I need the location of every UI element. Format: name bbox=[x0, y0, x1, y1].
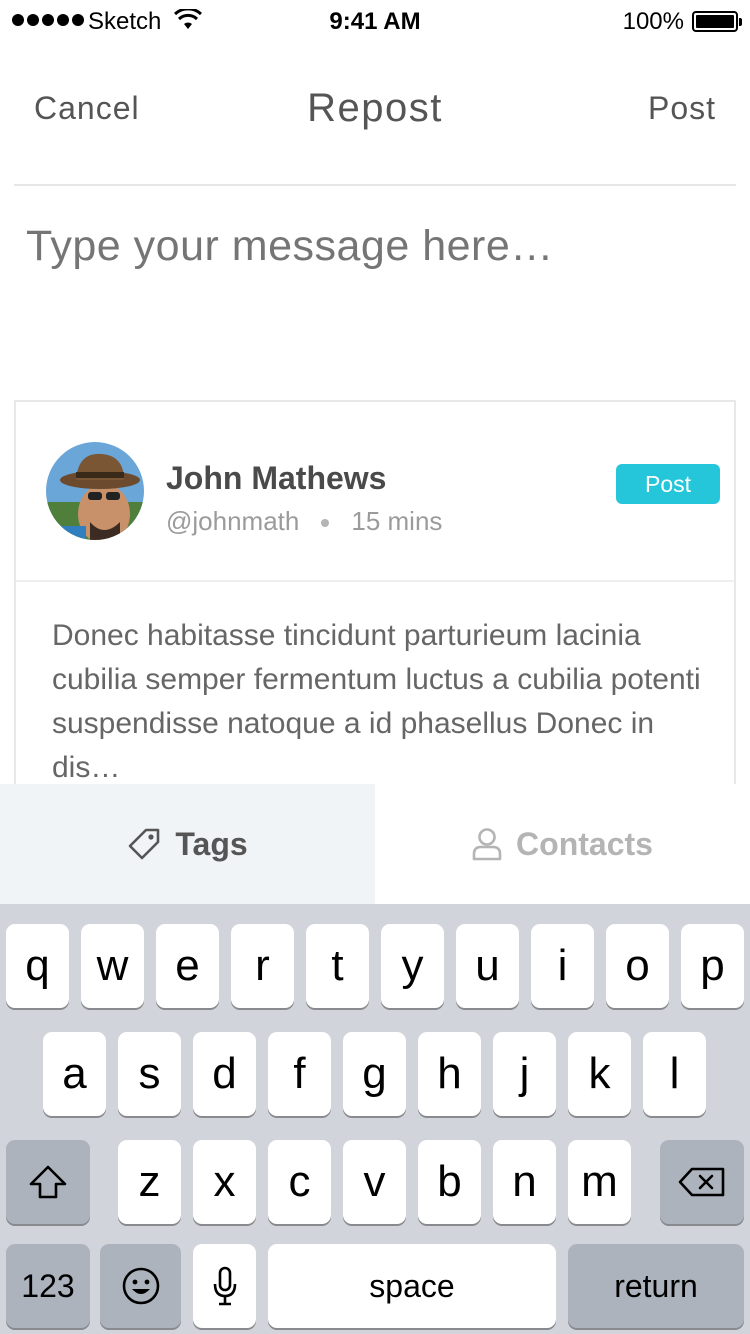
delete-key[interactable] bbox=[660, 1140, 744, 1224]
author-handle: @johnmath bbox=[166, 506, 300, 536]
shift-icon bbox=[29, 1165, 67, 1199]
key-y[interactable]: y bbox=[381, 924, 444, 1008]
keyboard: q w e r t y u i o p a s d f g h j k l z … bbox=[0, 904, 750, 1334]
microphone-icon bbox=[213, 1266, 236, 1306]
tab-tags-label: Tags bbox=[175, 825, 248, 862]
tag-icon bbox=[129, 828, 160, 860]
post-body: Donec habitasse tincidunt parturieum lac… bbox=[52, 619, 701, 784]
space-key[interactable]: space bbox=[268, 1244, 556, 1328]
tab-bar: Tags Contacts bbox=[0, 784, 750, 904]
key-l[interactable]: l bbox=[643, 1032, 706, 1116]
emoji-icon bbox=[122, 1267, 159, 1305]
emoji-key[interactable] bbox=[100, 1244, 181, 1328]
key-m[interactable]: m bbox=[568, 1140, 631, 1224]
key-j[interactable]: j bbox=[493, 1032, 556, 1116]
key-k[interactable]: k bbox=[568, 1032, 631, 1116]
author-name: John Mathews bbox=[166, 460, 387, 496]
post-button[interactable]: Post bbox=[648, 90, 716, 127]
key-x[interactable]: x bbox=[193, 1140, 256, 1224]
numbers-key[interactable]: 123 bbox=[6, 1244, 90, 1328]
page-title: Repost bbox=[307, 86, 443, 130]
navigation-bar: Cancel Repost Post bbox=[0, 60, 750, 160]
key-i[interactable]: i bbox=[531, 924, 594, 1008]
status-bar: Sketch 9:41 AM 100% bbox=[0, 0, 750, 40]
repost-card: John Mathews @johnmath 15 mins Post Donec… bbox=[14, 400, 736, 784]
avatar bbox=[46, 442, 144, 540]
key-r[interactable]: r bbox=[231, 924, 294, 1008]
tab-contacts[interactable]: Contacts bbox=[375, 784, 750, 904]
key-u[interactable]: u bbox=[456, 924, 519, 1008]
key-g[interactable]: g bbox=[343, 1032, 406, 1116]
key-s[interactable]: s bbox=[118, 1032, 181, 1116]
key-t[interactable]: t bbox=[306, 924, 369, 1008]
key-q[interactable]: q bbox=[6, 924, 69, 1008]
battery-percent: 100% bbox=[622, 8, 684, 35]
post-type-badge: Post bbox=[616, 464, 720, 504]
key-z[interactable]: z bbox=[118, 1140, 181, 1224]
separator-dot bbox=[321, 519, 330, 528]
author-meta: @johnmath 15 mins bbox=[166, 506, 442, 537]
key-n[interactable]: n bbox=[493, 1140, 556, 1224]
battery-icon bbox=[692, 11, 742, 32]
card-divider bbox=[16, 580, 734, 582]
key-p[interactable]: p bbox=[681, 924, 744, 1008]
return-key[interactable]: return bbox=[568, 1244, 744, 1328]
dictation-key[interactable] bbox=[193, 1244, 256, 1328]
shift-key[interactable] bbox=[6, 1140, 90, 1224]
person-icon bbox=[472, 828, 502, 861]
key-d[interactable]: d bbox=[193, 1032, 256, 1116]
key-b[interactable]: b bbox=[418, 1140, 481, 1224]
key-f[interactable]: f bbox=[268, 1032, 331, 1116]
key-c[interactable]: c bbox=[268, 1140, 331, 1224]
post-time: 15 mins bbox=[351, 506, 443, 536]
key-w[interactable]: w bbox=[81, 924, 144, 1008]
key-a[interactable]: a bbox=[43, 1032, 106, 1116]
backspace-icon bbox=[678, 1167, 725, 1197]
key-v[interactable]: v bbox=[343, 1140, 406, 1224]
message-input[interactable] bbox=[26, 222, 726, 271]
key-o[interactable]: o bbox=[606, 924, 669, 1008]
header-divider bbox=[14, 184, 736, 186]
key-h[interactable]: h bbox=[418, 1032, 481, 1116]
tab-tags[interactable]: Tags bbox=[0, 784, 375, 904]
key-e[interactable]: e bbox=[156, 924, 219, 1008]
tab-contacts-label: Contacts bbox=[516, 825, 653, 862]
